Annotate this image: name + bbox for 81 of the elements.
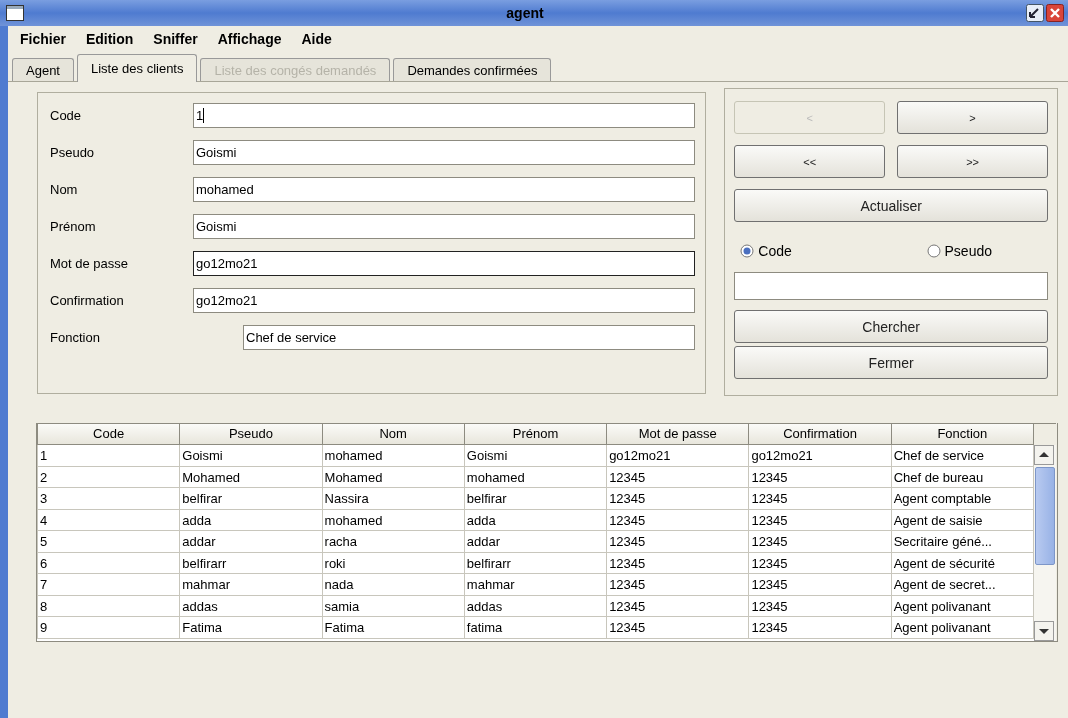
table-cell: 12345 <box>607 488 750 510</box>
table-cell: 7 <box>37 574 181 596</box>
scrollbar-thumb[interactable] <box>1035 467 1055 565</box>
table-cell: belfirar <box>180 488 323 510</box>
field-label: Prénom <box>50 219 97 234</box>
table-cell: Secritaire géné... <box>891 531 1034 553</box>
table-cell: 9 <box>37 617 181 639</box>
text-field[interactable]: go12mo21 <box>193 251 695 276</box>
table-cell: Chef de service <box>891 445 1034 467</box>
close-icon[interactable] <box>1046 4 1064 22</box>
action-button[interactable]: Chercher <box>734 310 1048 343</box>
column-header[interactable]: Nom <box>322 423 465 445</box>
table-cell: Agent polivanant <box>891 617 1034 639</box>
table-cell: 12345 <box>607 531 750 553</box>
table-cell: 12345 <box>749 488 892 510</box>
menu-item[interactable]: Aide <box>292 31 343 47</box>
field-label: Confirmation <box>50 293 125 308</box>
tab[interactable]: Demandes confirmées <box>393 58 552 81</box>
table-cell: Goismi <box>180 445 323 467</box>
text-field[interactable]: Chef de service <box>243 325 695 350</box>
restore-icon[interactable] <box>1026 4 1044 22</box>
table-cell: go12mo21 <box>607 445 750 467</box>
radio-button[interactable]: Pseudo <box>926 238 992 264</box>
table-cell: mahmar <box>180 574 323 596</box>
table-cell: Goismi <box>464 445 608 467</box>
menu-item[interactable]: Affichage <box>208 31 293 47</box>
text-field[interactable]: go12mo21 <box>193 288 695 313</box>
navigation-button[interactable]: << <box>734 145 886 178</box>
text-field[interactable]: mohamed <box>193 177 695 202</box>
field-label: Code <box>50 108 83 123</box>
column-header[interactable]: Confirmation <box>749 423 892 445</box>
table-cell: addar <box>464 531 608 553</box>
search-field[interactable] <box>734 272 1048 300</box>
tab[interactable]: Liste des clients <box>77 54 198 82</box>
field-label: Mot de passe <box>50 256 130 271</box>
table-cell: 12345 <box>749 574 892 596</box>
table-cell: belfirar <box>464 488 608 510</box>
action-button[interactable]: Fermer <box>734 346 1048 379</box>
table-cell: 3 <box>37 488 181 510</box>
field-label: Pseudo <box>50 145 96 160</box>
table-cell: 12345 <box>607 574 750 596</box>
scroll-up-icon[interactable] <box>1034 445 1054 465</box>
column-header[interactable]: Pseudo <box>180 423 323 445</box>
window-title: agent <box>505 5 545 21</box>
menu-item[interactable]: Edition <box>76 31 145 47</box>
tab[interactable]: Agent <box>12 58 74 81</box>
table-cell: 1 <box>37 445 181 467</box>
table-cell: racha <box>322 531 465 553</box>
table-cell: mahmar <box>464 574 608 596</box>
navigation-button[interactable]: >> <box>897 145 1048 178</box>
menu-item[interactable]: Fichier <box>20 31 77 47</box>
table-cell: 12345 <box>607 617 750 639</box>
column-header[interactable]: Prénom <box>464 423 608 445</box>
table-cell: nada <box>322 574 465 596</box>
field-label: Fonction <box>50 330 101 345</box>
table-cell: fatima <box>464 617 608 639</box>
column-header[interactable]: Code <box>37 423 181 445</box>
column-header[interactable]: Mot de passe <box>607 423 750 445</box>
table-cell: Fatima <box>180 617 323 639</box>
table-cell: go12mo21 <box>749 445 892 467</box>
radio-button[interactable]: Code <box>740 238 792 264</box>
refresh-button[interactable]: Actualiser <box>734 189 1048 222</box>
navigation-button[interactable]: > <box>897 101 1048 134</box>
field-label: Nom <box>50 182 79 197</box>
table-cell: addar <box>180 531 323 553</box>
text-field[interactable]: Goismi <box>193 140 695 165</box>
table-cell: mohamed <box>322 445 465 467</box>
table-cell: 12345 <box>749 531 892 553</box>
text-field[interactable]: Goismi <box>193 214 695 239</box>
scroll-down-icon[interactable] <box>1034 620 1054 641</box>
table-cell: Fatima <box>322 617 465 639</box>
table-cell: Agent de secret... <box>891 574 1034 596</box>
table-cell: Nassira <box>322 488 465 510</box>
table-cell: Agent comptable <box>891 488 1034 510</box>
column-header[interactable]: Fonction <box>891 423 1034 445</box>
table-cell: 12345 <box>749 617 892 639</box>
scrollbar[interactable] <box>1034 445 1056 641</box>
window-icon <box>6 5 24 21</box>
text-field[interactable]: 1 <box>193 103 695 128</box>
menu-item[interactable]: Sniffer <box>144 31 209 47</box>
table-cell: 5 <box>37 531 181 553</box>
